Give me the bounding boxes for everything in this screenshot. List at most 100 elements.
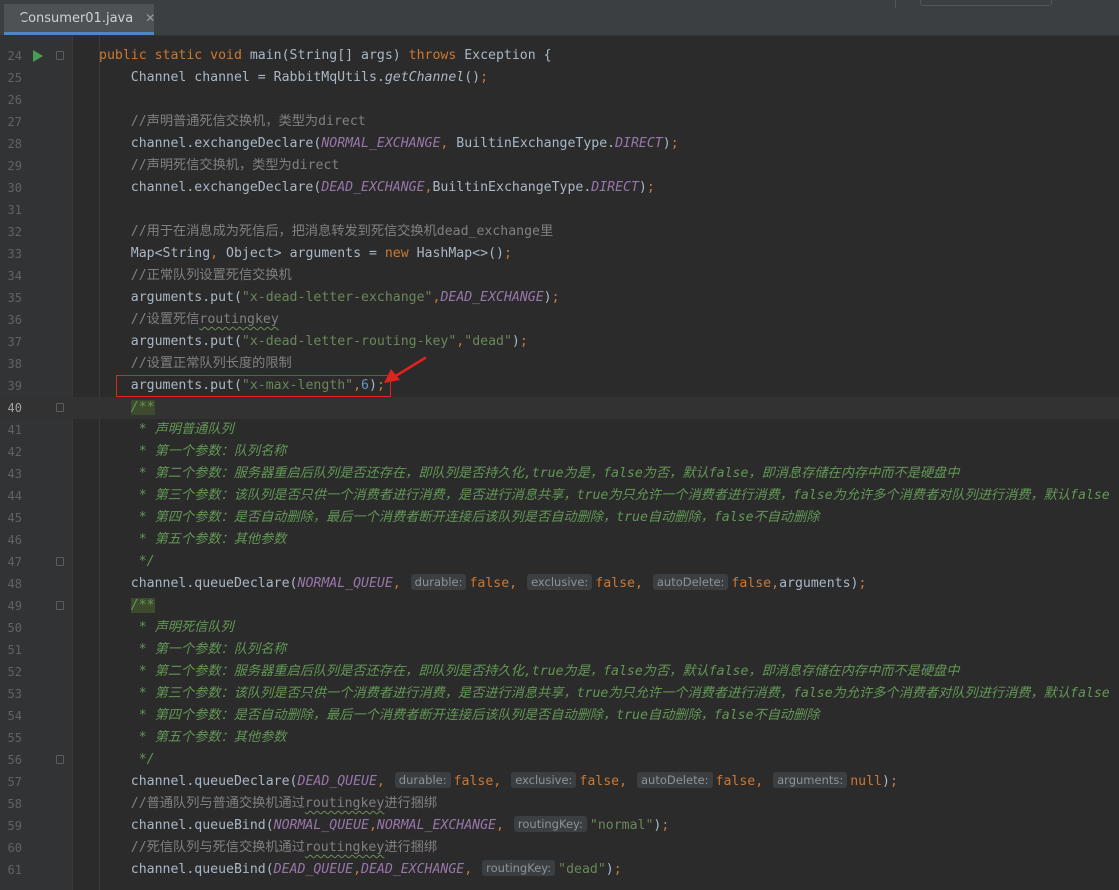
code-text: * 第一个参数：队列名称: [99, 444, 287, 459]
code-text: * 第一个参数：队列名称: [99, 642, 287, 657]
line-number: 60: [7, 841, 22, 855]
code-line[interactable]: 37 arguments.put("x-dead-letter-routing-…: [0, 331, 1119, 353]
code-line[interactable]: 49 /**: [0, 595, 1119, 617]
code-text: //设置死信routingkey: [130, 312, 279, 327]
code-text: * 第三个参数：该队列是否只供一个消费者进行消费，是否进行消息共享，true为只…: [99, 686, 1110, 701]
line-number: 38: [7, 357, 22, 371]
code-line[interactable]: 26: [0, 89, 1119, 111]
line-number: 50: [7, 621, 22, 635]
code-line[interactable]: 57 channel.queueDeclare(DEAD_QUEUE, dura…: [0, 771, 1119, 793]
line-number: 29: [7, 159, 22, 173]
code-text: channel.queueBind(NORMAL_QUEUE,NORMAL_EX…: [99, 816, 670, 833]
line-number: 37: [7, 335, 22, 349]
line-number: 51: [7, 643, 22, 657]
code-text: public static void main(String[] args) t…: [99, 48, 552, 63]
code-text: * 声明普通队列: [99, 422, 234, 437]
code-line[interactable]: 36 //设置死信routingkey: [0, 309, 1119, 331]
line-number: 44: [7, 489, 22, 503]
line-number: 25: [7, 71, 22, 85]
code-text: */: [99, 752, 155, 767]
line-number: 56: [7, 753, 22, 767]
fold-icon[interactable]: [56, 51, 64, 60]
code-line[interactable]: 29 //声明死信交换机，类型为direct: [0, 155, 1119, 177]
code-line[interactable]: 48 channel.queueDeclare(NORMAL_QUEUE, du…: [0, 573, 1119, 595]
code-line[interactable]: 25 Channel channel = RabbitMqUtils.getCh…: [0, 67, 1119, 89]
code-editor[interactable]: 24 public static void main(String[] args)…: [0, 36, 1119, 890]
code-text: channel.exchangeDeclare(NORMAL_EXCHANGE,…: [99, 136, 679, 151]
code-line[interactable]: 30 channel.exchangeDeclare(DEAD_EXCHANGE…: [0, 177, 1119, 199]
code-line[interactable]: 34 //正常队列设置死信交换机: [0, 265, 1119, 287]
code-text: Map<String, Object> arguments = new Hash…: [99, 246, 512, 261]
code-line[interactable]: 51 * 第一个参数：队列名称: [0, 639, 1119, 661]
code-line[interactable]: 41 * 声明普通队列: [0, 419, 1119, 441]
red-arrow-icon: [384, 356, 427, 383]
code-text: channel.queueDeclare(DEAD_QUEUE, durable…: [99, 772, 898, 789]
tab-consumer01-java[interactable]: Consumer01.java ✕: [4, 4, 155, 35]
line-number: 32: [7, 225, 22, 239]
line-number: 49: [7, 599, 22, 613]
code-text: //用于在消息成为死信后，把消息转发到死信交换机dead_exchange里: [130, 224, 554, 239]
code-line[interactable]: 58 //普通队列与普通交换机通过routingkey进行捆绑: [0, 793, 1119, 815]
highlight-box: [116, 375, 391, 397]
fold-icon[interactable]: [56, 403, 64, 412]
code-text: //正常队列设置死信交换机: [130, 268, 292, 283]
code-line[interactable]: 45 * 第四个参数：是否自动删除，最后一个消费者断开连接后该队列是否自动删除，…: [0, 507, 1119, 529]
code-line[interactable]: 40 /**: [0, 397, 1119, 419]
code-text: //声明死信交换机，类型为direct: [130, 158, 340, 173]
code-text: Channel channel = RabbitMqUtils.getChann…: [99, 70, 489, 85]
close-icon[interactable]: ✕: [145, 11, 155, 25]
code-line[interactable]: 32 //用于在消息成为死信后，把消息转发到死信交换机dead_exchange…: [0, 221, 1119, 243]
code-line[interactable]: 28 channel.exchangeDeclare(NORMAL_EXCHAN…: [0, 133, 1119, 155]
line-number: 55: [7, 731, 22, 745]
line-number: 47: [7, 555, 22, 569]
line-number: 52: [7, 665, 22, 679]
line-number: 26: [7, 93, 22, 107]
code-line[interactable]: 46 * 第五个参数：其他参数: [0, 529, 1119, 551]
line-number: 27: [7, 115, 22, 129]
code-line[interactable]: 31: [0, 199, 1119, 221]
code-line[interactable]: 61 channel.queueBind(DEAD_QUEUE,DEAD_EXC…: [0, 859, 1119, 881]
line-number: 24: [7, 49, 22, 63]
fold-icon[interactable]: [56, 755, 64, 764]
run-icon[interactable]: [33, 50, 43, 62]
line-number: 45: [7, 511, 22, 525]
code-text: //声明普通死信交换机，类型为direct: [130, 114, 366, 129]
code-text: * 第三个参数：该队列是否只供一个消费者进行消费，是否进行消息共享，true为只…: [99, 488, 1110, 503]
fold-icon[interactable]: [56, 557, 64, 566]
line-number: 58: [7, 797, 22, 811]
line-number: 35: [7, 291, 22, 305]
code-line[interactable]: 43 * 第二个参数：服务器重启后队列是否还存在，即队列是否持久化,true为是…: [0, 463, 1119, 485]
toolbar-separator: [895, 0, 896, 8]
code-line[interactable]: 35 arguments.put("x-dead-letter-exchange…: [0, 287, 1119, 309]
code-line[interactable]: 52 * 第二个参数：服务器重启后队列是否还存在，即队列是否持久化,true为是…: [0, 661, 1119, 683]
code-text: * 第四个参数：是否自动删除，最后一个消费者断开连接后该队列是否自动删除，tru…: [99, 510, 820, 525]
code-line[interactable]: 47 */: [0, 551, 1119, 573]
code-line[interactable]: 59 channel.queueBind(NORMAL_QUEUE,NORMAL…: [0, 815, 1119, 837]
line-number: 53: [7, 687, 22, 701]
code-text: * 第五个参数：其他参数: [99, 532, 287, 547]
code-line[interactable]: 38 //设置正常队列长度的限制: [0, 353, 1119, 375]
line-number: 48: [7, 577, 22, 591]
code-text: channel.queueBind(DEAD_QUEUE,DEAD_EXCHAN…: [99, 860, 622, 877]
editor-tab-bar: Consumer01.java ✕: [0, 0, 1119, 36]
code-line[interactable]: 42 * 第一个参数：队列名称: [0, 441, 1119, 463]
code-line[interactable]: 54 * 第四个参数：是否自动删除，最后一个消费者断开连接后该队列是否自动删除，…: [0, 705, 1119, 727]
code-line[interactable]: 60 //死信队列与死信交换机通过routingkey进行捆绑: [0, 837, 1119, 859]
code-text: arguments.put("x-dead-letter-routing-key…: [99, 334, 528, 349]
code-text: * 声明死信队列: [99, 620, 234, 635]
code-text: * 第五个参数：其他参数: [99, 730, 287, 745]
code-line[interactable]: 44 * 第三个参数：该队列是否只供一个消费者进行消费，是否进行消息共享，tru…: [0, 485, 1119, 507]
code-text: */: [99, 554, 155, 569]
code-line[interactable]: 55 * 第五个参数：其他参数: [0, 727, 1119, 749]
code-line[interactable]: 50 * 声明死信队列: [0, 617, 1119, 639]
code-text: arguments.put("x-dead-letter-exchange",D…: [99, 290, 560, 305]
code-line[interactable]: 33 Map<String, Object> arguments = new H…: [0, 243, 1119, 265]
code-line[interactable]: 24 public static void main(String[] args)…: [0, 45, 1119, 67]
line-number: 41: [7, 423, 22, 437]
fold-icon[interactable]: [56, 601, 64, 610]
code-text: channel.queueDeclare(NORMAL_QUEUE, durab…: [99, 574, 867, 591]
code-line[interactable]: 56 */: [0, 749, 1119, 771]
toolbar-widget[interactable]: [920, 0, 1052, 6]
code-line[interactable]: 53 * 第三个参数：该队列是否只供一个消费者进行消费，是否进行消息共享，tru…: [0, 683, 1119, 705]
code-line[interactable]: 27 //声明普通死信交换机，类型为direct: [0, 111, 1119, 133]
